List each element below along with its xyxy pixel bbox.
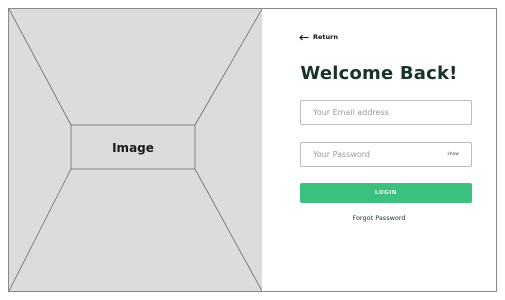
show-password-toggle[interactable]: show <box>447 152 459 157</box>
forgot-password-link[interactable]: Forgot Password <box>262 214 496 222</box>
password-input[interactable] <box>313 150 448 159</box>
image-placeholder: Image <box>9 9 262 291</box>
return-label: Return <box>313 33 338 41</box>
page-title: Welcome Back! <box>300 63 458 84</box>
back-arrow-icon <box>299 34 309 41</box>
login-button[interactable]: LOGIN <box>300 183 472 203</box>
login-form: Return Welcome Back! show LOGIN Forgot P… <box>262 9 496 291</box>
password-field[interactable]: show <box>300 142 472 167</box>
image-placeholder-label: Image <box>112 141 154 155</box>
return-link[interactable]: Return <box>299 33 338 41</box>
email-field[interactable] <box>300 100 472 125</box>
login-page: Image Return Welcome Back! show LOGIN Fo… <box>8 8 497 292</box>
email-input[interactable] <box>313 108 459 117</box>
